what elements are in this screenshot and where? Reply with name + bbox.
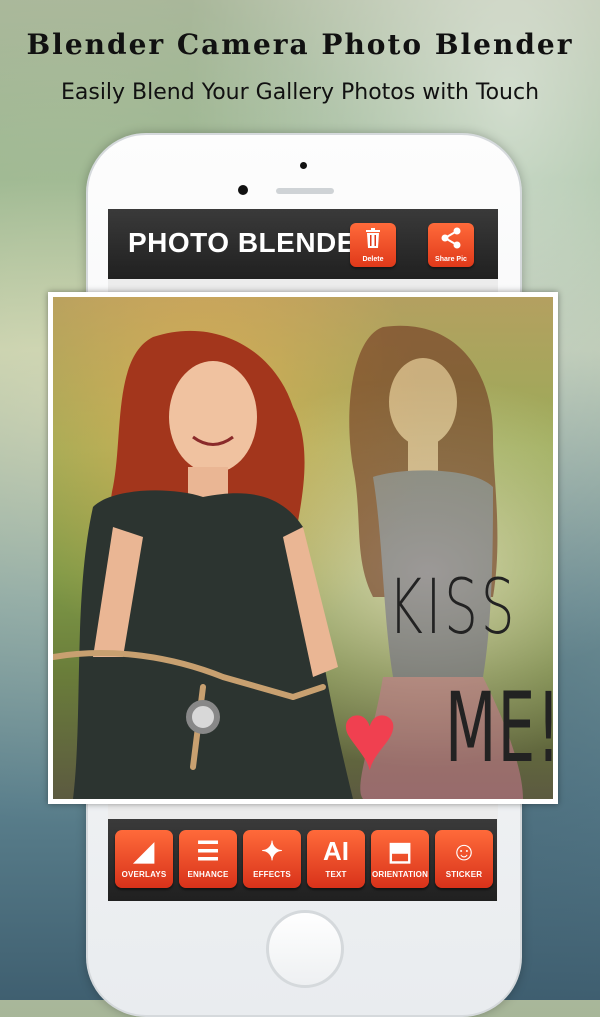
heart-sticker[interactable]: ♥ — [341, 689, 398, 785]
delete-button[interactable]: Delete — [350, 223, 396, 267]
overlays-label: OVERLAYS — [121, 870, 167, 879]
sticker-button[interactable]: ☺ STICKER — [435, 830, 493, 888]
sliders-icon: ☰ — [196, 836, 220, 866]
sticker-label: STICKER — [445, 870, 483, 879]
overlays-icon: ◢ — [134, 836, 154, 866]
me-overlay-text: ME! — [445, 672, 553, 784]
promo-subtitle: Easily Blend Your Gallery Photos with To… — [60, 80, 540, 105]
share-pic-label: Share Pic — [435, 256, 467, 263]
effects-label: EFFECTS — [253, 870, 291, 879]
promo-title: Blender Camera Photo Blender — [26, 28, 574, 61]
enhance-button[interactable]: ☰ ENHANCE — [179, 830, 237, 888]
delete-label: Delete — [362, 256, 384, 263]
text-label: TEXT — [325, 870, 347, 879]
app-header: PHOTO BLENDER Delete Share Pic — [108, 209, 498, 279]
kiss-overlay-text: KISS — [388, 562, 518, 651]
bottom-toolbar: ◢ OVERLAYS ☰ ENHANCE ✦ EFFECTS AI TEXT ⬒… — [108, 819, 497, 901]
text-icon: AI — [323, 836, 349, 866]
phone-camera — [238, 185, 248, 195]
text-button[interactable]: AI TEXT — [307, 830, 365, 888]
trash-icon — [350, 227, 396, 254]
share-icon — [428, 227, 474, 254]
sticker-icon: ☺ — [450, 836, 478, 866]
home-button[interactable] — [266, 910, 344, 988]
magic-wand-icon: ✦ — [261, 836, 283, 866]
phone-sensor — [300, 162, 307, 169]
app-title: PHOTO BLENDER — [128, 227, 377, 258]
enhance-label: ENHANCE — [187, 870, 229, 879]
effects-button[interactable]: ✦ EFFECTS — [243, 830, 301, 888]
blended-photo-frame[interactable]: KISS ♥ ME! — [48, 292, 558, 804]
share-pic-button[interactable]: Share Pic — [428, 223, 474, 267]
orientation-label: ORIENTATION — [371, 870, 429, 879]
overlays-button[interactable]: ◢ OVERLAYS — [115, 830, 173, 888]
orientation-button[interactable]: ⬒ ORIENTATION — [371, 830, 429, 888]
blended-photo[interactable]: KISS ♥ ME! — [53, 297, 553, 799]
phone-speaker — [276, 188, 334, 194]
orientation-icon: ⬒ — [387, 836, 413, 866]
